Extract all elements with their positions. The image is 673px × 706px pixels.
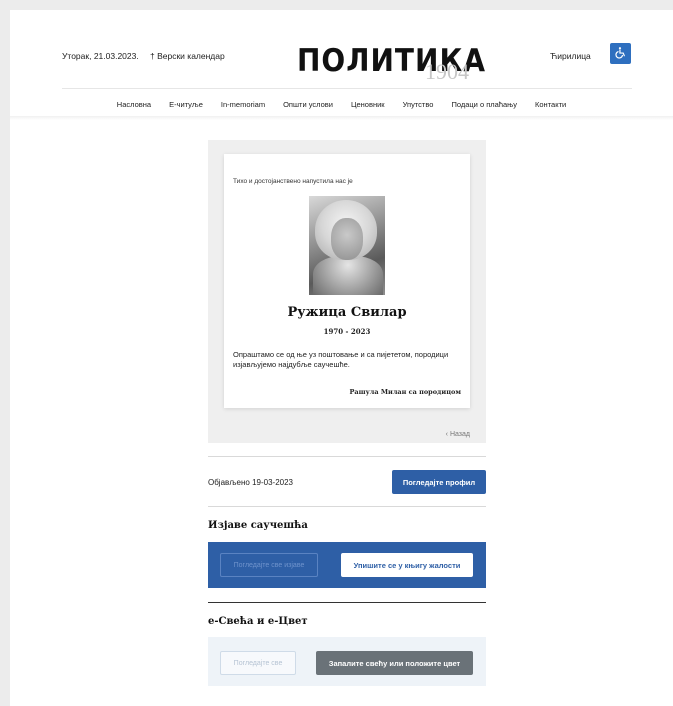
divider [208, 506, 486, 507]
nav-item-instructions[interactable]: Упутство [394, 100, 443, 109]
site-header: Уторак, 21.03.2023. † Верски календар ПО… [10, 10, 673, 88]
page: Уторак, 21.03.2023. † Верски календар ПО… [10, 10, 673, 706]
script-switch-link[interactable]: Ћирилица [550, 51, 591, 61]
religious-calendar-link[interactable]: † Верски календар [150, 51, 225, 61]
view-all-candles-button[interactable]: Погледајте све [220, 651, 296, 675]
nav-shadow [10, 116, 673, 120]
life-years: 1970 - 2023 [323, 327, 371, 336]
nav-item-pricing[interactable]: Ценовник [342, 100, 394, 109]
wheelchair-icon [614, 44, 627, 63]
nav-item-contacts[interactable]: Контакти [526, 100, 575, 109]
nav-item-e-obituaries[interactable]: Е-читуље [160, 100, 212, 109]
obituary-card: Тихо и достојанствено напустила нас је Р… [224, 154, 470, 408]
divider [208, 602, 486, 603]
view-profile-button[interactable]: Погледајте профил [392, 470, 486, 494]
candles-title: е-Свећа и е-Цвет [208, 616, 308, 627]
obituary-signature: Рашула Милан са породицом [349, 388, 461, 396]
nav-item-home[interactable]: Насловна [108, 100, 160, 109]
deceased-photo [309, 196, 385, 295]
deceased-name: Ружица Свилар [287, 305, 407, 320]
published-date: Објављено 19-03-2023 [208, 478, 293, 487]
chevron-left-icon: ‹ [445, 431, 448, 438]
condolences-panel: Погледајте све изјаве Упишите се у књигу… [208, 542, 486, 588]
back-link[interactable]: ‹ Назад [446, 431, 470, 438]
logo-year: 1904 [425, 59, 469, 84]
header-divider [62, 88, 632, 89]
view-all-condolences-button[interactable]: Погледајте све изјаве [220, 553, 318, 577]
main-nav: Насловна Е-читуље In-memoriam Општи усло… [10, 100, 673, 109]
accessibility-button[interactable] [610, 43, 631, 64]
obituary-intro: Тихо и достојанствено напустила нас је [233, 178, 353, 185]
condolences-title: Изјаве саучешћа [208, 520, 308, 531]
obituary-panel: Тихо и достојанствено напустила нас је Р… [208, 140, 486, 443]
sign-condolence-book-button[interactable]: Упишите се у књигу жалости [341, 553, 473, 577]
current-date: Уторак, 21.03.2023. [62, 51, 139, 61]
obituary-message: Опраштамо се од ње уз поштовање и са пиј… [233, 350, 449, 369]
nav-item-in-memoriam[interactable]: In-memoriam [212, 100, 274, 109]
divider [208, 456, 486, 457]
nav-item-payment-info[interactable]: Подаци о плаћању [442, 100, 526, 109]
light-candle-button[interactable]: Запалите свећу или положите цвет [316, 651, 473, 675]
back-label: Назад [449, 431, 470, 438]
nav-item-terms[interactable]: Општи услови [274, 100, 342, 109]
candles-panel: Погледајте све Запалите свећу или положи… [208, 637, 486, 686]
